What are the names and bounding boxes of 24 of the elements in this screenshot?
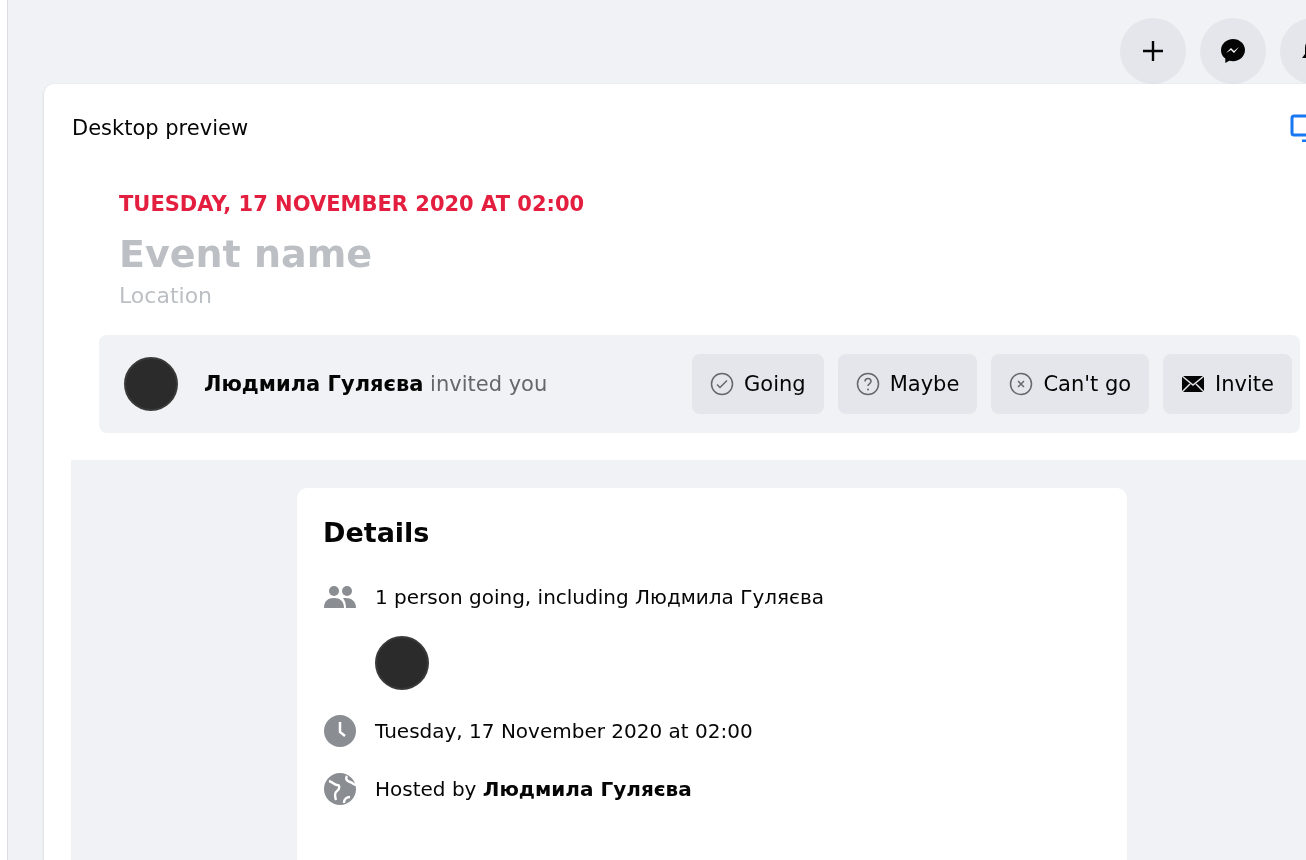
plus-icon xyxy=(1141,39,1165,63)
envelope-icon xyxy=(1181,374,1206,394)
event-name: Event name xyxy=(119,231,373,278)
globe-icon xyxy=(323,772,357,806)
chat-bubble-icon xyxy=(1219,37,1247,65)
x-circle-icon xyxy=(1009,372,1034,396)
avatar xyxy=(124,357,178,411)
details-title: Details xyxy=(323,516,431,550)
detail-text: Tuesday, 17 November 2020 at 02:00 xyxy=(375,719,753,743)
rsvp-button[interactable]: Can't go xyxy=(991,354,1150,414)
avatar xyxy=(375,636,429,690)
check-circle-icon xyxy=(710,372,735,396)
question-circle-icon xyxy=(855,372,880,396)
event-location: Location xyxy=(119,282,214,310)
rsvp-button[interactable]: Maybe xyxy=(837,354,978,414)
detail-text: 1 person going, including Людмила Гуляєва xyxy=(375,585,825,609)
rsvp-button[interactable]: Invite xyxy=(1163,354,1292,414)
clock-icon xyxy=(323,714,357,748)
event-date: TUESDAY, 17 NOVEMBER 2020 AT 02:00 xyxy=(119,191,586,218)
invite-text: Людмила Гуляєва invited you xyxy=(204,372,549,396)
detail-text: Hosted by Людмила Гуляєва xyxy=(375,777,692,801)
rsvp-button[interactable]: Going xyxy=(692,354,824,414)
people-icon xyxy=(323,585,357,609)
preview-title: Desktop preview xyxy=(72,116,249,140)
